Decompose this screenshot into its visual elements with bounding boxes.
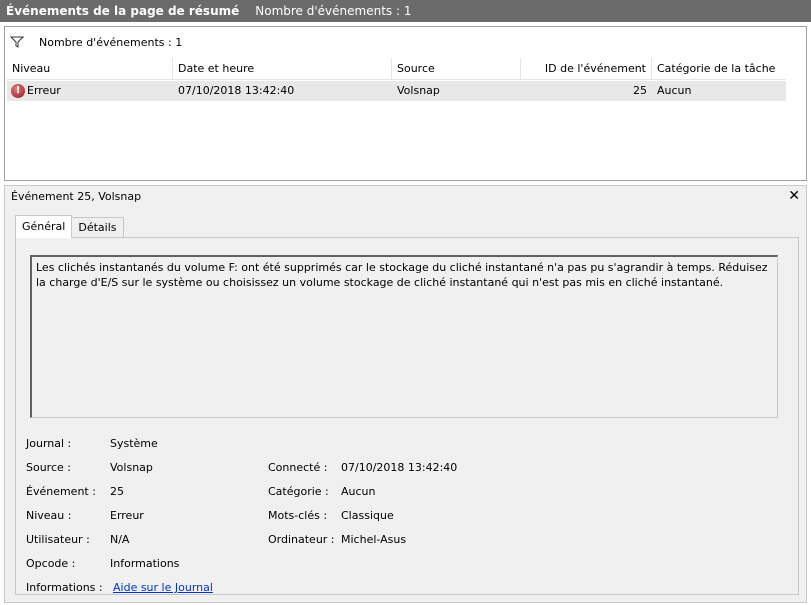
column-header-event-id[interactable]: ID de l'événement xyxy=(521,58,652,80)
source-label: Source : xyxy=(26,461,71,474)
journal-label: Journal : xyxy=(26,437,72,450)
event-description[interactable]: Les clichés instantanés du volume F: ont… xyxy=(30,255,778,418)
event-detail-title: Événement 25, Volsnap xyxy=(11,190,142,203)
events-table-header: Niveau Date et heure Source ID de l'évén… xyxy=(7,58,786,80)
user-label: Utilisateur : xyxy=(26,533,90,546)
filter-row: Nombre d'événements : 1 xyxy=(5,27,806,57)
logged-value: 07/10/2018 13:42:40 xyxy=(341,461,458,474)
filter-event-count: Nombre d'événements : 1 xyxy=(39,35,183,49)
row-source: Volsnap xyxy=(397,84,440,97)
column-header-level[interactable]: Niveau xyxy=(7,58,173,80)
summary-titlebar: Événements de la page de résumé Nombre d… xyxy=(0,0,811,22)
opcode-value: Informations xyxy=(110,557,180,570)
category-label: Catégorie : xyxy=(268,485,329,498)
error-icon: ! xyxy=(11,84,25,98)
filter-icon[interactable] xyxy=(9,34,25,50)
column-header-source[interactable]: Source xyxy=(392,58,521,80)
column-header-task-category[interactable]: Catégorie de la tâche xyxy=(652,58,786,80)
opcode-label: Opcode : xyxy=(26,557,76,570)
user-value: N/A xyxy=(110,533,130,546)
summary-event-count: Nombre d'événements : 1 xyxy=(255,4,412,18)
event-value: 25 xyxy=(110,485,124,498)
level-label: Niveau : xyxy=(26,509,72,522)
close-icon[interactable]: ✕ xyxy=(788,188,800,204)
general-tab-body: Les clichés instantanés du volume F: ont… xyxy=(15,237,799,595)
event-label: Événement : xyxy=(26,485,96,498)
computer-label: Ordinateur : xyxy=(268,533,335,546)
row-level-cell: ! Erreur xyxy=(7,81,173,101)
row-category: Aucun xyxy=(657,84,692,97)
source-value: Volsnap xyxy=(110,461,153,474)
column-header-datetime[interactable]: Date et heure xyxy=(173,58,392,80)
row-level: Erreur xyxy=(27,84,61,97)
row-datetime: 07/10/2018 13:42:40 xyxy=(178,84,295,97)
row-event-id: 25 xyxy=(633,84,647,97)
events-list-panel: Nombre d'événements : 1 Niveau Date et h… xyxy=(4,26,807,181)
level-value: Erreur xyxy=(110,509,144,522)
event-detail-panel: Général Détails Les clichés instantanés … xyxy=(4,207,807,603)
keywords-value: Classique xyxy=(341,509,394,522)
info-label: Informations : xyxy=(26,581,103,594)
detail-tabs: Général Détails xyxy=(15,215,124,238)
tab-details[interactable]: Détails xyxy=(71,217,124,237)
computer-value: Michel-Asus xyxy=(341,533,407,546)
logged-label: Connecté : xyxy=(268,461,328,474)
event-detail-header: Événement 25, Volsnap ✕ xyxy=(4,185,807,207)
summary-title: Événements de la page de résumé xyxy=(6,4,240,18)
keywords-label: Mots-clés : xyxy=(268,509,328,522)
category-value: Aucun xyxy=(341,485,376,498)
table-row[interactable]: ! Erreur 07/10/2018 13:42:40 Volsnap 25 A… xyxy=(7,81,786,101)
tab-general[interactable]: Général xyxy=(15,215,73,238)
journal-value: Système xyxy=(110,437,158,450)
event-log-help-link[interactable]: Aide sur le Journal xyxy=(113,581,213,594)
